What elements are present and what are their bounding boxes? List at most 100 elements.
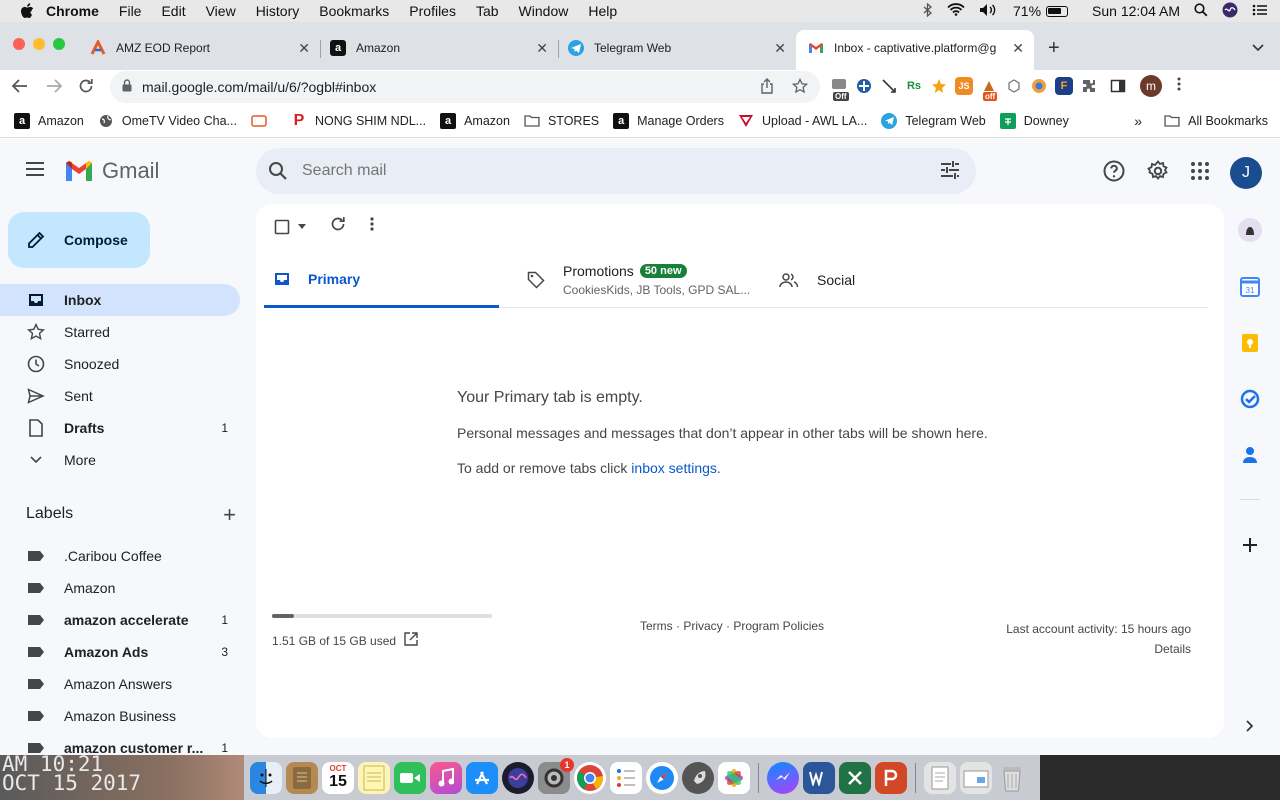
tab-search-chevron-icon[interactable]: [1252, 39, 1264, 57]
tab-amazon[interactable]: a Amazon ✕: [320, 34, 559, 62]
tab-gmail-inbox[interactable]: Inbox - captivative.platform@g ✕: [796, 30, 1034, 70]
notebook-app-icon[interactable]: [286, 761, 318, 794]
powerpoint-icon[interactable]: [875, 761, 907, 794]
menu-help[interactable]: Help: [588, 3, 617, 19]
word-icon[interactable]: [803, 761, 835, 794]
messenger-icon[interactable]: [767, 761, 799, 794]
ext-blue-puzzle-icon[interactable]: [855, 77, 873, 95]
label-item[interactable]: amazon accelerate 1: [0, 604, 240, 636]
app-store-icon[interactable]: [466, 761, 498, 794]
downloads-stack-icon[interactable]: [960, 761, 992, 794]
bookmark-amazon[interactable]: a Amazon: [14, 112, 84, 129]
tab-social[interactable]: Social: [769, 252, 1004, 308]
policy-links[interactable]: Terms · Privacy · Program Policies: [640, 619, 824, 633]
facetime-icon[interactable]: [394, 761, 426, 794]
bookmarks-overflow-icon[interactable]: »: [1134, 113, 1142, 129]
label-item[interactable]: Amazon Business: [0, 700, 240, 732]
finder-icon[interactable]: [250, 761, 282, 794]
ext-off-orange-icon[interactable]: off: [980, 77, 998, 101]
menu-profiles[interactable]: Profiles: [409, 3, 456, 19]
close-tab-icon[interactable]: ✕: [774, 40, 786, 57]
control-center-icon[interactable]: [1252, 3, 1268, 20]
nav-sent[interactable]: Sent: [0, 380, 240, 412]
nav-starred[interactable]: Starred: [0, 316, 240, 348]
siri-icon[interactable]: [1222, 2, 1238, 21]
forward-button[interactable]: [46, 78, 63, 98]
safari-icon[interactable]: [646, 761, 678, 794]
menu-file[interactable]: File: [119, 3, 142, 19]
reminders-app-icon[interactable]: [610, 761, 642, 794]
chrome-dock-icon[interactable]: [574, 761, 606, 794]
close-window-button[interactable]: [13, 38, 25, 50]
ext-cube-icon[interactable]: [1005, 77, 1023, 95]
apple-icon[interactable]: [20, 3, 34, 19]
menubar-clock[interactable]: Sun 12:04 AM: [1092, 3, 1180, 19]
bookmark-manage-orders[interactable]: a Manage Orders: [613, 112, 724, 129]
close-tab-icon[interactable]: ✕: [298, 40, 310, 57]
addon-avatar-icon[interactable]: [1238, 218, 1262, 242]
label-item[interactable]: .Caribou Coffee: [0, 540, 240, 572]
bookmark-upload-awl[interactable]: Upload - AWL LA...: [738, 113, 867, 129]
minimize-window-button[interactable]: [33, 38, 45, 50]
help-icon[interactable]: [1102, 159, 1126, 188]
activity-details-link[interactable]: Details: [1006, 639, 1191, 659]
label-item[interactable]: Amazon Ads 3: [0, 636, 240, 668]
get-addons-plus-icon[interactable]: [1238, 533, 1262, 557]
ext-off-icon[interactable]: Off: [830, 77, 849, 101]
keep-icon[interactable]: [1238, 331, 1262, 355]
nav-more[interactable]: More: [0, 444, 240, 476]
extensions-puzzle-icon[interactable]: [1080, 77, 1098, 95]
address-bar[interactable]: mail.google.com/mail/u/6/?ogbl#inbox: [110, 71, 820, 103]
bookmark-ometv[interactable]: OmeTV Video Cha...: [98, 113, 237, 129]
open-external-icon[interactable]: [404, 632, 418, 649]
hide-side-panel-icon[interactable]: [1238, 714, 1262, 738]
lock-icon[interactable]: [122, 79, 132, 95]
chrome-profile-avatar[interactable]: m: [1140, 75, 1162, 97]
tab-telegram-web[interactable]: Telegram Web ✕: [558, 34, 796, 62]
battery-status[interactable]: 71%: [1013, 3, 1069, 19]
tab-promotions[interactable]: Promotions 50 new CookiesKids, JB Tools,…: [517, 252, 752, 308]
side-panel-icon[interactable]: [1109, 77, 1127, 95]
documents-stack-icon[interactable]: [924, 761, 956, 794]
more-options-icon[interactable]: [370, 217, 374, 236]
close-tab-icon[interactable]: ✕: [536, 40, 548, 57]
ext-rs-icon[interactable]: Rs: [905, 77, 923, 95]
system-preferences-icon[interactable]: 1: [538, 757, 574, 794]
bookmark-nong-shim[interactable]: P NONG SHIM NDL...: [291, 112, 426, 129]
ext-circle-orange-icon[interactable]: [1030, 77, 1048, 95]
label-item[interactable]: Amazon Answers: [0, 668, 240, 700]
bookmark-telegram[interactable]: Telegram Web: [881, 112, 986, 129]
bookmark-star-icon[interactable]: [791, 77, 809, 97]
inbox-settings-link[interactable]: inbox settings: [631, 460, 717, 476]
select-all-checkbox[interactable]: [274, 219, 306, 235]
gmail-logo[interactable]: Gmail: [64, 158, 159, 184]
trash-icon[interactable]: [996, 762, 1028, 794]
new-tab-button[interactable]: +: [1048, 37, 1060, 60]
ext-star-icon[interactable]: [930, 77, 948, 95]
bookmark-stores[interactable]: STORES: [524, 113, 599, 129]
search-options-icon[interactable]: [940, 161, 960, 184]
nav-inbox[interactable]: Inbox: [0, 284, 240, 316]
tab-primary[interactable]: Primary: [264, 252, 499, 308]
nav-snoozed[interactable]: Snoozed: [0, 348, 240, 380]
url-text[interactable]: mail.google.com/mail/u/6/?ogbl#inbox: [142, 79, 376, 95]
menu-edit[interactable]: Edit: [161, 3, 185, 19]
main-menu-icon[interactable]: [24, 161, 46, 182]
excel-icon[interactable]: [839, 761, 871, 794]
refresh-icon[interactable]: [330, 216, 346, 237]
notes-app-icon[interactable]: [358, 761, 390, 794]
share-icon[interactable]: [760, 77, 774, 97]
tasks-icon[interactable]: [1238, 387, 1262, 411]
contacts-icon[interactable]: [1238, 443, 1262, 467]
label-item[interactable]: Amazon: [0, 572, 240, 604]
menu-tab[interactable]: Tab: [476, 3, 499, 19]
nav-drafts[interactable]: Drafts 1: [0, 412, 240, 444]
photos-icon[interactable]: [718, 761, 750, 794]
create-label-button[interactable]: +: [223, 502, 236, 528]
music-app-icon[interactable]: [430, 761, 462, 794]
bluetooth-icon[interactable]: [923, 2, 933, 20]
reload-button[interactable]: [78, 78, 94, 99]
bookmark-downey[interactable]: Downey: [999, 112, 1069, 129]
siri-dock-icon[interactable]: [502, 761, 534, 794]
bookmark-amazon-2[interactable]: a Amazon: [440, 112, 510, 129]
